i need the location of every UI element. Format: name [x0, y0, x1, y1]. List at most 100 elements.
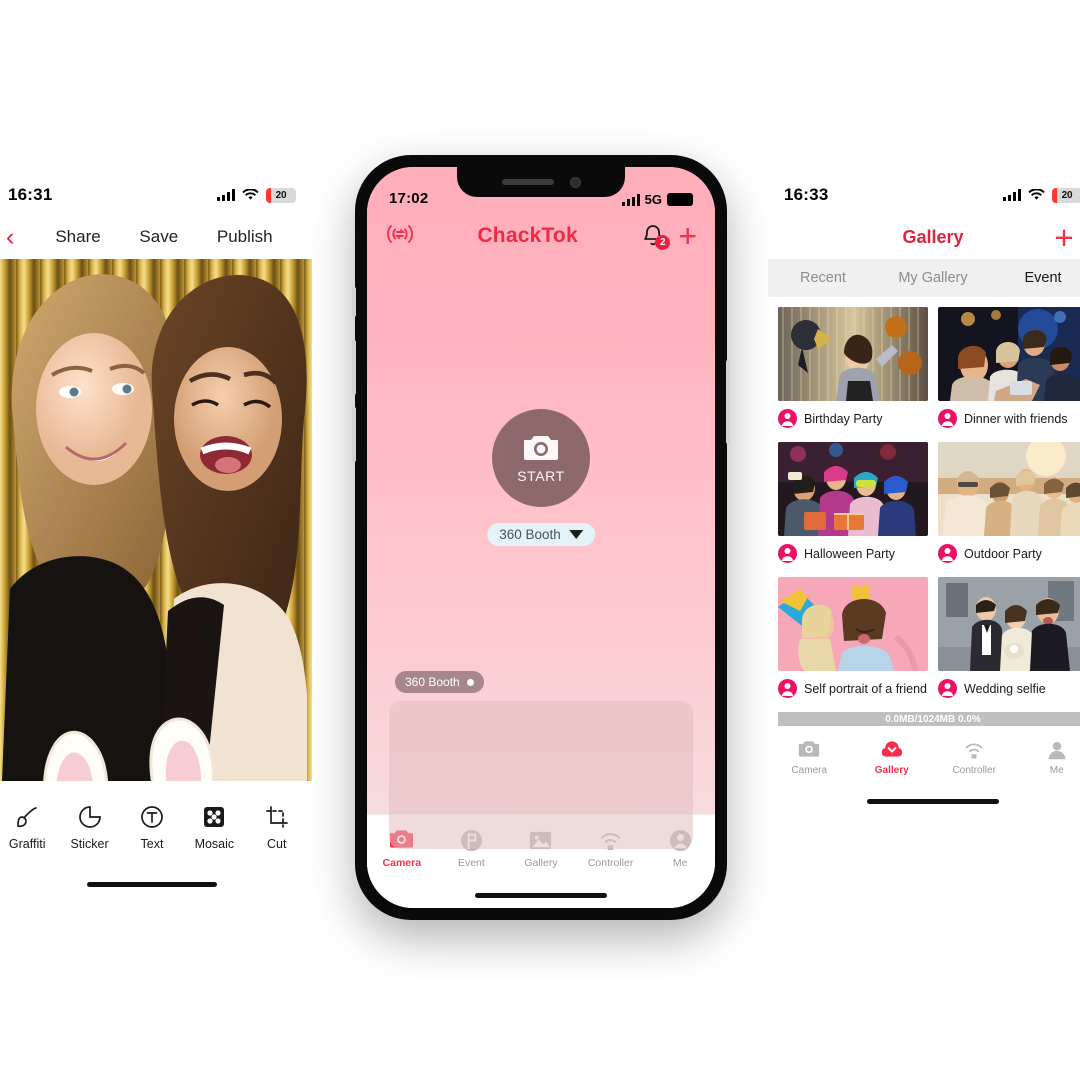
storage-usage-bar: 0.0MB/1024MB 0.0%: [778, 712, 1080, 726]
front-camera-icon: [569, 176, 581, 188]
segment-recent[interactable]: Recent: [768, 270, 878, 286]
wifi-icon: [242, 189, 259, 201]
camera-icon: [798, 739, 820, 761]
gallery-item[interactable]: Self portrait of a friend: [778, 577, 928, 698]
booth-mode-selector[interactable]: 360 Booth: [487, 523, 595, 546]
gallery-item-label: Dinner with friends: [964, 411, 1068, 426]
tab-label: Me: [1049, 764, 1064, 776]
app-title: ChackTok: [477, 224, 578, 247]
earpiece-speaker: [501, 179, 554, 185]
power-button[interactable]: [726, 360, 730, 444]
plus-icon[interactable]: +: [678, 220, 697, 252]
tab-label: Me: [672, 857, 688, 869]
broadcast-sync-icon[interactable]: [385, 221, 415, 252]
person-icon: [1046, 739, 1068, 761]
tab-camera[interactable]: Camera: [768, 739, 851, 776]
plus-icon[interactable]: +: [1044, 221, 1080, 254]
booth-queue-pill[interactable]: 360 Booth: [395, 671, 484, 693]
volume-up-button[interactable]: [352, 340, 356, 395]
person-avatar-icon: [778, 409, 797, 428]
camera-stage: START 360 Booth 360 Booth: [367, 261, 715, 849]
tab-me[interactable]: Me: [1016, 739, 1080, 776]
tab-gallery[interactable]: Gallery: [851, 739, 934, 776]
thumbnail[interactable]: [778, 442, 928, 536]
person-avatar-icon: [778, 679, 797, 698]
thumbnail[interactable]: [778, 307, 928, 401]
back-icon[interactable]: ‹: [6, 224, 36, 250]
start-capture-button[interactable]: START: [492, 409, 590, 507]
photo-editor-canvas[interactable]: [0, 259, 312, 781]
status-time: 17:02: [389, 190, 429, 207]
volume-down-button[interactable]: [352, 407, 356, 462]
tool-sticker[interactable]: Sticker: [59, 804, 121, 851]
caret-down-icon: [568, 530, 583, 539]
tab-label: Gallery: [874, 764, 909, 776]
gallery-item[interactable]: Birthday Party: [778, 307, 928, 428]
booth-mode-label: 360 Booth: [499, 527, 561, 542]
tab-label: Gallery: [524, 857, 558, 869]
network-type: 5G: [644, 192, 662, 207]
thumbnail[interactable]: [938, 442, 1080, 536]
gallery-item[interactable]: Dinner with friends: [938, 307, 1080, 428]
gallery-row: Halloween Party Outdoor Party: [778, 442, 1080, 563]
gallery-item[interactable]: Halloween Party: [778, 442, 928, 563]
center-phone-device: 17:02 5G ChackTok 2 + START 360 Booth 36…: [352, 155, 730, 920]
notifications-button[interactable]: 2: [640, 223, 671, 250]
battery-indicator: 20: [266, 187, 296, 203]
person-avatar-icon: [778, 544, 797, 563]
camera-icon: [524, 436, 558, 460]
segment-my-gallery[interactable]: My Gallery: [878, 270, 988, 286]
tool-cut[interactable]: Cut: [246, 804, 308, 851]
thumbnail[interactable]: [938, 307, 1080, 401]
booth-queue-label: 360 Booth: [405, 675, 460, 689]
tab-label: Controller: [587, 857, 634, 869]
battery-level: 20: [275, 189, 287, 201]
gallery-row: Self portrait of a friend Wedding selfie: [778, 577, 1080, 698]
home-indicator: [0, 867, 312, 901]
segment-event[interactable]: Event: [988, 270, 1080, 286]
thumbnail[interactable]: [938, 577, 1080, 671]
start-label: START: [517, 468, 565, 484]
controller-wifi-icon: [963, 739, 985, 761]
gallery-item[interactable]: Outdoor Party: [938, 442, 1080, 563]
tool-label: Text: [140, 836, 164, 851]
gallery-cloud-icon: [881, 739, 903, 761]
gallery-item-label: Halloween Party: [804, 546, 896, 561]
screenshot-canvas: 16:31 20 ‹ Share Save Publish Graffiti S…: [0, 0, 1080, 1080]
share-button[interactable]: Share: [55, 227, 100, 247]
gallery-row: Birthday Party Dinner with friends: [778, 307, 1080, 428]
tool-label: Graffiti: [8, 836, 46, 851]
tool-label: Cut: [267, 836, 287, 851]
device-notch: [457, 167, 625, 197]
preview-placeholder[interactable]: [389, 701, 693, 849]
gallery-item[interactable]: Wedding selfie: [938, 577, 1080, 698]
cellular-bars-icon: [1003, 189, 1021, 201]
tool-label: Sticker: [70, 836, 109, 851]
tool-mosaic[interactable]: Mosaic: [183, 804, 245, 851]
tab-label: Camera: [791, 764, 828, 776]
cellular-bars-icon: [621, 193, 640, 206]
left-status-bar: 16:31 20: [0, 175, 312, 215]
tab-controller[interactable]: Controller: [933, 739, 1016, 776]
bunny-ears-sticker[interactable]: [0, 259, 307, 781]
app-header: ChackTok 2 +: [367, 211, 715, 261]
mute-switch[interactable]: [352, 287, 356, 317]
tool-text[interactable]: Text: [121, 804, 183, 851]
tool-graffiti[interactable]: Graffiti: [0, 804, 58, 851]
text-icon: [139, 804, 165, 830]
editor-toolbar: Graffiti Sticker Text Mosaic Cut: [0, 781, 312, 867]
sticker-icon: [77, 804, 103, 830]
gallery-item-label: Self portrait of a friend: [804, 681, 927, 696]
crop-icon: [264, 804, 290, 830]
person-avatar-icon: [938, 409, 957, 428]
thumbnail[interactable]: [778, 577, 928, 671]
publish-button[interactable]: Publish: [217, 227, 273, 247]
gallery-segmented-control: Recent My Gallery Event: [768, 259, 1080, 297]
notification-badge: 2: [655, 235, 671, 250]
home-indicator: [367, 882, 715, 908]
save-button[interactable]: Save: [139, 227, 178, 247]
left-nav-bar: ‹ Share Save Publish: [0, 215, 312, 259]
cellular-bars-icon: [217, 189, 235, 201]
person-avatar-icon: [938, 544, 957, 563]
battery-indicator: 20: [1052, 187, 1080, 203]
